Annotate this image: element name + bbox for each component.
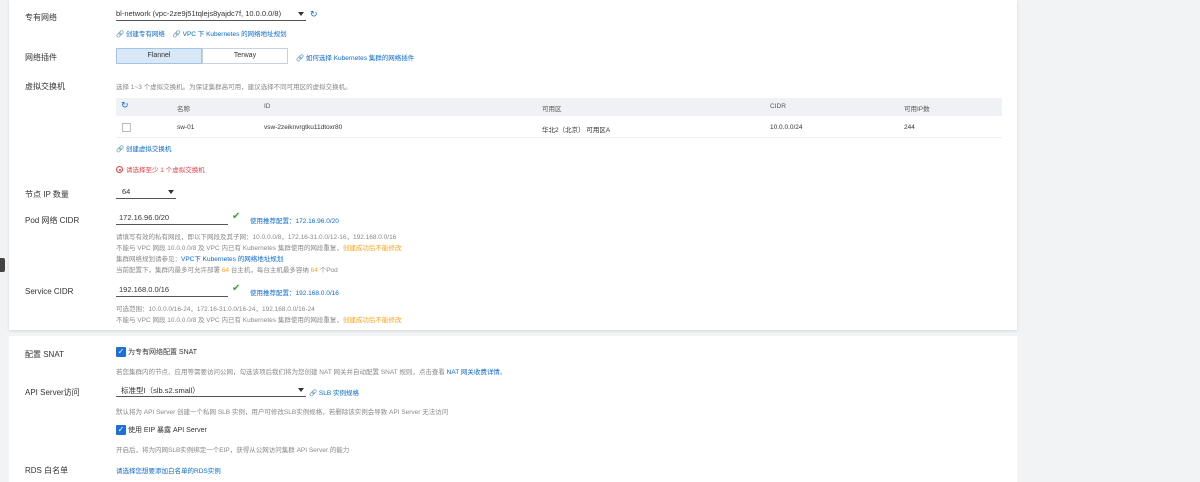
eip-checkbox-label: 使用 EIP 暴露 API Server: [127, 427, 207, 434]
plugin-option-terway[interactable]: Terway: [202, 48, 288, 64]
row-id: vsw-2zeiknvrgtku11dtoxr80: [264, 124, 343, 131]
vpc-label: 专有网络: [25, 13, 57, 22]
row-cidr: 10.0.0.0/24: [770, 124, 803, 131]
checkbox-checked-icon[interactable]: ✓: [116, 347, 126, 357]
pod-help-4: 当前配置下，集群内最多可允许部署 64 台主机，每台主机最多容纳 64 个Pod: [116, 267, 338, 274]
pod-warn: 创建成功后不能修改: [342, 245, 402, 252]
snat-checkbox[interactable]: ✓ 为专有网络配置 SNAT: [116, 347, 197, 357]
table-row[interactable]: sw-01 vsw-2zeiknvrgtku11dtoxr80 华北2（北京） …: [116, 116, 1002, 138]
col-cidr: CIDR: [770, 103, 786, 110]
snat-checkbox-label: 为专有网络配置 SNAT: [127, 349, 198, 356]
nat-pricing-link[interactable]: NAT 网关收费详情: [447, 369, 500, 376]
col-name: 名称: [177, 106, 190, 113]
network-config-card: 专有网络 bl-network (vpc-2ze9j51tqlejs8yajdc…: [9, 0, 1017, 330]
service-help-2: 不能与 VPC 网段 10.0.0.0/8 及 VPC 内已有 Kubernet…: [116, 317, 402, 324]
node-ip-label: 节点 IP 数量: [25, 190, 69, 199]
rds-label: RDS 白名单: [25, 466, 69, 475]
vpc-select[interactable]: bl-network (vpc-2ze9j51tqlejs8yajdc7f, 1…: [116, 8, 306, 21]
api-server-label: API Server访问: [25, 388, 80, 397]
plugin-label: 网络插件: [25, 53, 57, 62]
vpc-select-value: bl-network (vpc-2ze9j51tqlejs8yajdc7f, 1…: [116, 9, 282, 18]
link-icon: 🔗: [309, 390, 318, 397]
create-vswitch-link[interactable]: 创建虚拟交换机: [126, 146, 172, 153]
row-checkbox[interactable]: [122, 123, 131, 132]
pod-recommend-prefix[interactable]: 使用推荐配置：: [250, 218, 296, 225]
snat-help: 若您集群内的节点、应用等需要访问公网，勾选该项后我们将为您创建 NAT 网关并自…: [116, 369, 507, 376]
chevron-down-icon: [168, 190, 174, 194]
node-ip-select[interactable]: 64: [116, 186, 176, 199]
service-recommend-value[interactable]: 192.168.0.0/16: [296, 290, 339, 297]
check-icon: ✔: [232, 211, 241, 222]
rds-whitelist-link[interactable]: 请选择您想要添加白名单的RDS实例: [116, 465, 221, 475]
pod-help-3: 集群网络规划请参见：VPC下 Kubernetes 的网络地址规划: [116, 256, 284, 263]
checkbox-checked-icon[interactable]: ✓: [116, 425, 126, 435]
api-server-select-value: 标准型I（slb.s2.small）: [121, 386, 200, 395]
check-icon: ✔: [232, 283, 241, 294]
link-icon: 🔗: [172, 31, 181, 38]
vpc-plan-link[interactable]: VPC 下 Kubernetes 的网络地址规划: [183, 31, 287, 38]
service-help-1: 可选范围：10.0.0.0/16-24，172.16-31.0.0/16-24，…: [116, 306, 315, 313]
advanced-config-card: 配置 SNAT ✓ 为专有网络配置 SNAT 若您集群内的节点、应用等需要访问公…: [9, 336, 1017, 482]
vswitch-error: 请选择至少 1 个虚拟交换机: [116, 164, 205, 174]
vswitch-label: 虚拟交换机: [25, 82, 65, 91]
service-warn: 创建成功后不能修改: [342, 317, 402, 324]
plugin-help-link[interactable]: 如何选择 Kubernetes 集群的网络插件: [306, 55, 414, 62]
node-ip-value: 64: [122, 187, 131, 196]
chevron-down-icon: [298, 12, 304, 16]
refresh-icon[interactable]: ↻: [310, 9, 318, 20]
drag-handle[interactable]: [0, 258, 5, 272]
service-cidr-label: Service CIDR: [25, 287, 74, 296]
row-name: sw-01: [177, 124, 195, 131]
snat-label: 配置 SNAT: [25, 350, 64, 359]
api-server-help: 默认将为 API Server 创建一个私网 SLB 实例，用户可修改SLB实例…: [116, 409, 449, 416]
error-icon: [116, 166, 123, 173]
link-icon: 🔗: [296, 55, 305, 62]
plugin-option-flannel[interactable]: Flannel: [116, 48, 202, 64]
pod-recommend-value[interactable]: 172.16.96.0/20: [296, 218, 339, 225]
eip-help: 开启后，将为内网SLB实例绑定一个EIP，获得从公网访问集群 API Serve…: [116, 447, 350, 454]
pod-cidr-input[interactable]: 172.16.96.0/20: [116, 212, 228, 225]
pod-plan-link[interactable]: VPC下 Kubernetes 的网络地址规划: [181, 256, 283, 263]
pod-help-2: 不能与 VPC 网段 10.0.0.0/8 及 VPC 内已有 Kubernet…: [116, 245, 402, 252]
service-recommend-prefix[interactable]: 使用推荐配置：: [250, 290, 296, 297]
pod-cidr-label: Pod 网络 CIDR: [25, 216, 80, 225]
row-ips: 244: [904, 124, 915, 131]
col-ips: 可用IP数: [904, 106, 930, 113]
eip-checkbox[interactable]: ✓ 使用 EIP 暴露 API Server: [116, 425, 207, 435]
link-icon: 🔗: [116, 146, 125, 153]
api-server-select[interactable]: 标准型I（slb.s2.small）: [116, 384, 306, 397]
refresh-icon[interactable]: ↻: [121, 100, 129, 111]
vswitch-help: 选择 1~3 个虚拟交换机。为保证集群高可用，建议选择不同可用区的虚拟交换机。: [116, 84, 352, 91]
row-zone: 华北2（北京） 可用区A: [542, 127, 611, 134]
pod-help-1: 请填写有效的私有网段，即以下网段及其子网：10.0.0.0/8，172.16-3…: [116, 234, 397, 241]
service-cidr-input[interactable]: 192.168.0.0/16: [116, 284, 228, 297]
link-icon: 🔗: [116, 31, 125, 38]
col-id: ID: [264, 103, 271, 110]
create-vpc-link[interactable]: 创建专有网络: [126, 31, 165, 38]
slb-spec-link[interactable]: SLB 实例规格: [319, 390, 359, 397]
col-zone: 可用区: [542, 106, 562, 113]
vswitch-table-header: ↻ 名称 ID 可用区 CIDR 可用IP数: [116, 98, 1002, 116]
chevron-down-icon: [298, 388, 304, 392]
